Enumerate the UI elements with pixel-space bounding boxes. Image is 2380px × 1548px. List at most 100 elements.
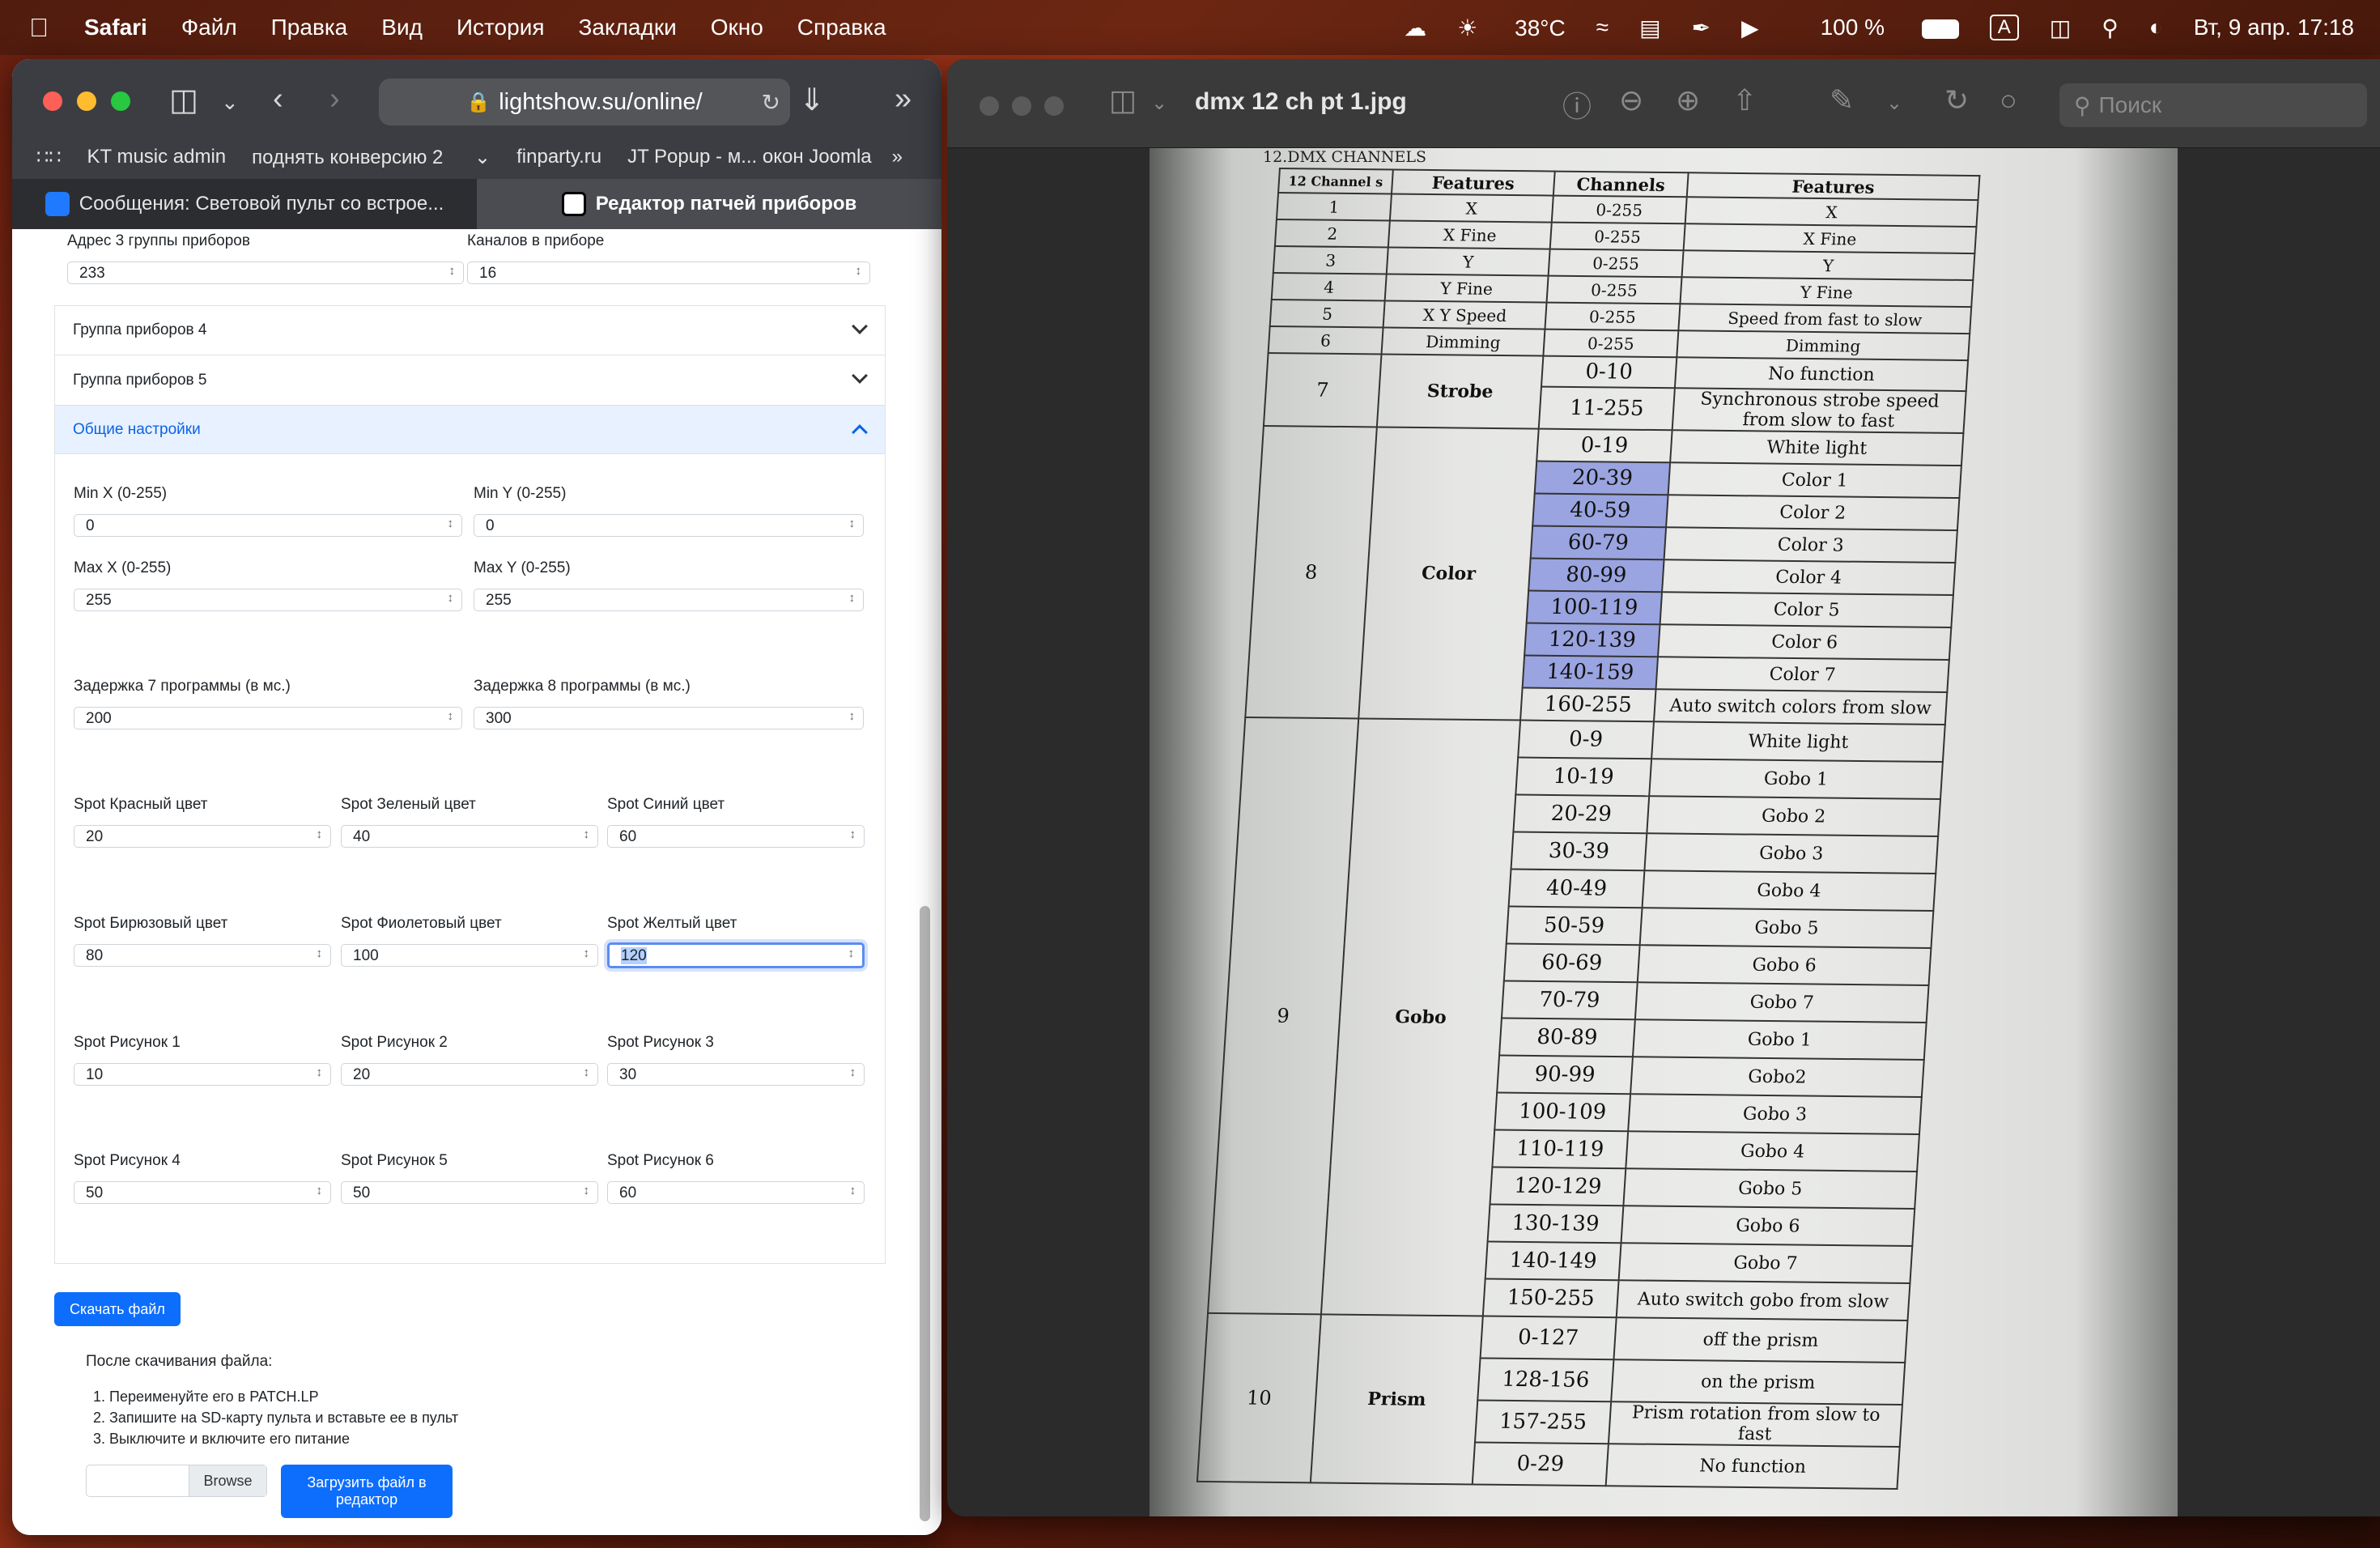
chevron-down-icon[interactable]: ⌄ — [221, 90, 239, 115]
document-photo: 12.DMX CHANNELS 12 Channel s Features Ch… — [1150, 148, 2178, 1516]
menu-view[interactable]: Вид — [381, 15, 423, 40]
screen-mirror-icon[interactable]: ◫ — [2050, 15, 2071, 41]
spot-yellow-input[interactable]: 120 — [607, 942, 865, 968]
menu-help[interactable]: Справка — [797, 15, 886, 40]
bookmark-kt-music[interactable]: KT music admin — [87, 146, 227, 168]
spot-gobo2-input[interactable]: 20 — [341, 1063, 598, 1086]
group3-address-input[interactable]: 233 — [67, 262, 464, 284]
bookmark-jt-popup[interactable]: JT Popup - м... окон Joomla — [627, 146, 872, 168]
chevron-down-icon[interactable]: ⌄ — [1886, 91, 1902, 115]
spot-blue-input[interactable]: 60 — [607, 825, 865, 848]
delay8-input[interactable]: 300 — [474, 707, 864, 729]
annotate-icon[interactable]: ○ — [2000, 83, 2017, 117]
pen-icon[interactable]: ✒ — [1692, 15, 1711, 41]
spot-gobo1-input[interactable]: 10 — [74, 1063, 331, 1086]
accordion-group4[interactable]: Группа приборов 4 — [54, 305, 886, 355]
bookmark-conversion-label: поднять конверсию 2 — [252, 146, 444, 168]
menu-history[interactable]: История — [457, 15, 545, 40]
max-x-input[interactable]: 255 — [74, 589, 462, 611]
upload-to-editor-button[interactable]: Загрузить файл в редактор — [281, 1465, 453, 1518]
info-icon[interactable]: ⓘ — [1562, 83, 1592, 125]
control-center-icon[interactable]: ◐ — [2149, 15, 2163, 40]
header-channels-count: 12 Channel s — [1278, 168, 1393, 194]
search-icon[interactable]: ⚲ — [2102, 15, 2119, 41]
memory-icon[interactable]: ▤ — [1639, 15, 1660, 41]
apple-menu-icon[interactable]:  — [29, 13, 49, 43]
more-toolbar-icon[interactable]: » — [895, 82, 912, 117]
more-bookmarks-icon[interactable]: » — [892, 146, 903, 168]
share-icon[interactable]: ⇧ — [1732, 83, 1757, 117]
channel-range: 128-156 — [1477, 1358, 1614, 1402]
reload-icon[interactable]: ↻ — [762, 89, 780, 116]
minimize-window-button[interactable] — [1012, 96, 1031, 116]
menu-bookmarks[interactable]: Закладки — [579, 15, 677, 40]
download-icon[interactable]: ⇓ — [799, 82, 825, 118]
spot-gobo5-input[interactable]: 50 — [341, 1181, 598, 1204]
clock[interactable]: Вт, 9 апр. 17:18 — [2194, 15, 2354, 40]
accordion-group5[interactable]: Группа приборов 5 — [54, 355, 886, 406]
channel-feature: X Y Speed — [1383, 300, 1547, 330]
accordion-general[interactable]: Общие настройки — [54, 406, 886, 454]
menu-file[interactable]: Файл — [181, 15, 237, 40]
browse-button[interactable]: Browse — [189, 1465, 266, 1496]
scrollbar[interactable] — [920, 906, 930, 1521]
wifi-icon[interactable]: ≈ — [1596, 15, 1609, 40]
zoom-in-icon[interactable]: ⊕ — [1676, 83, 1700, 117]
min-y-input[interactable]: 0 — [474, 514, 864, 537]
spot-red-input[interactable]: 20 — [74, 825, 331, 848]
zoom-out-icon[interactable]: ⊖ — [1619, 83, 1643, 117]
spot-gobo3-input[interactable]: 30 — [607, 1063, 865, 1086]
cloud-app-icon[interactable]: ☁ — [1404, 15, 1426, 41]
chevron-down-icon[interactable]: ⌄ — [1151, 91, 1167, 115]
menu-edit[interactable]: Правка — [271, 15, 348, 40]
back-icon[interactable]: ‹ — [273, 82, 283, 117]
tab-messages[interactable]: Сообщения: Световой пульт со встрое... — [12, 179, 477, 229]
rotate-icon[interactable]: ↻ — [1944, 83, 1969, 117]
chevron-down-icon — [852, 318, 868, 334]
file-input[interactable]: Browse — [86, 1465, 267, 1497]
spot-gobo4-input[interactable]: 50 — [74, 1181, 331, 1204]
bookmark-finparty[interactable]: finparty.ru — [516, 146, 601, 168]
markup-pen-icon[interactable]: ✎ — [1830, 83, 1854, 117]
minimize-window-button[interactable] — [77, 91, 96, 111]
close-window-button[interactable] — [43, 91, 62, 111]
spot-green-label: Spot Зеленый цвет — [341, 796, 476, 813]
apps-grid-icon[interactable]: ∷∷ — [36, 146, 62, 169]
channel-description: Gobo 5 — [1623, 1168, 1918, 1209]
channels-input[interactable]: 16 — [467, 262, 870, 284]
channel-range: 10-19 — [1515, 757, 1652, 797]
input-source-icon[interactable]: A — [1989, 15, 2019, 40]
channel-description: No function — [1674, 357, 1969, 392]
spot-green-input[interactable]: 40 — [341, 825, 598, 848]
sidebar-icon[interactable]: ◫ — [169, 82, 198, 118]
dmx-channel-table: 12 Channel s Features Channels Features … — [1196, 168, 1981, 1490]
battery-status[interactable]: 100 % — [1790, 15, 1959, 40]
tab-patch-editor[interactable]: Редактор патчей приборов — [477, 179, 941, 229]
channel-number: 1 — [1276, 193, 1392, 221]
address-bar[interactable]: 🔒 lightshow.su/online/ ↻ — [379, 79, 790, 125]
zoom-window-button[interactable] — [1044, 96, 1064, 116]
max-y-input[interactable]: 255 — [474, 589, 864, 611]
download-file-button[interactable]: Скачать файл — [54, 1292, 181, 1326]
channel-range: 0-10 — [1541, 355, 1677, 389]
channel-range: 0-255 — [1546, 275, 1682, 304]
close-window-button[interactable] — [980, 96, 999, 116]
zoom-window-button[interactable] — [111, 91, 130, 111]
spot-gobo6-input[interactable]: 60 — [607, 1181, 865, 1204]
channel-range: 30-39 — [1511, 831, 1647, 871]
menu-window[interactable]: Окно — [711, 15, 763, 40]
delay7-input[interactable]: 200 — [74, 707, 462, 729]
sidebar-icon[interactable]: ◫ — [1109, 83, 1137, 117]
spot-cyan-input[interactable]: 80 — [74, 944, 331, 967]
channel-description: Color 6 — [1658, 624, 1952, 661]
channel-number: 3 — [1273, 246, 1388, 274]
weather-icon[interactable]: ☀ 38°C — [1457, 15, 1565, 41]
search-field[interactable]: ⚲ Поиск — [2059, 83, 2367, 127]
bookmark-conversion[interactable]: поднять конверсию 2 ⌄ — [252, 146, 491, 169]
play-icon[interactable]: ▶ — [1741, 15, 1759, 41]
min-x-input[interactable]: 0 — [74, 514, 462, 537]
channel-range: 80-99 — [1528, 558, 1664, 593]
forward-icon[interactable]: › — [329, 82, 340, 117]
spot-violet-input[interactable]: 100 — [341, 944, 598, 967]
menu-app-name[interactable]: Safari — [84, 15, 147, 40]
